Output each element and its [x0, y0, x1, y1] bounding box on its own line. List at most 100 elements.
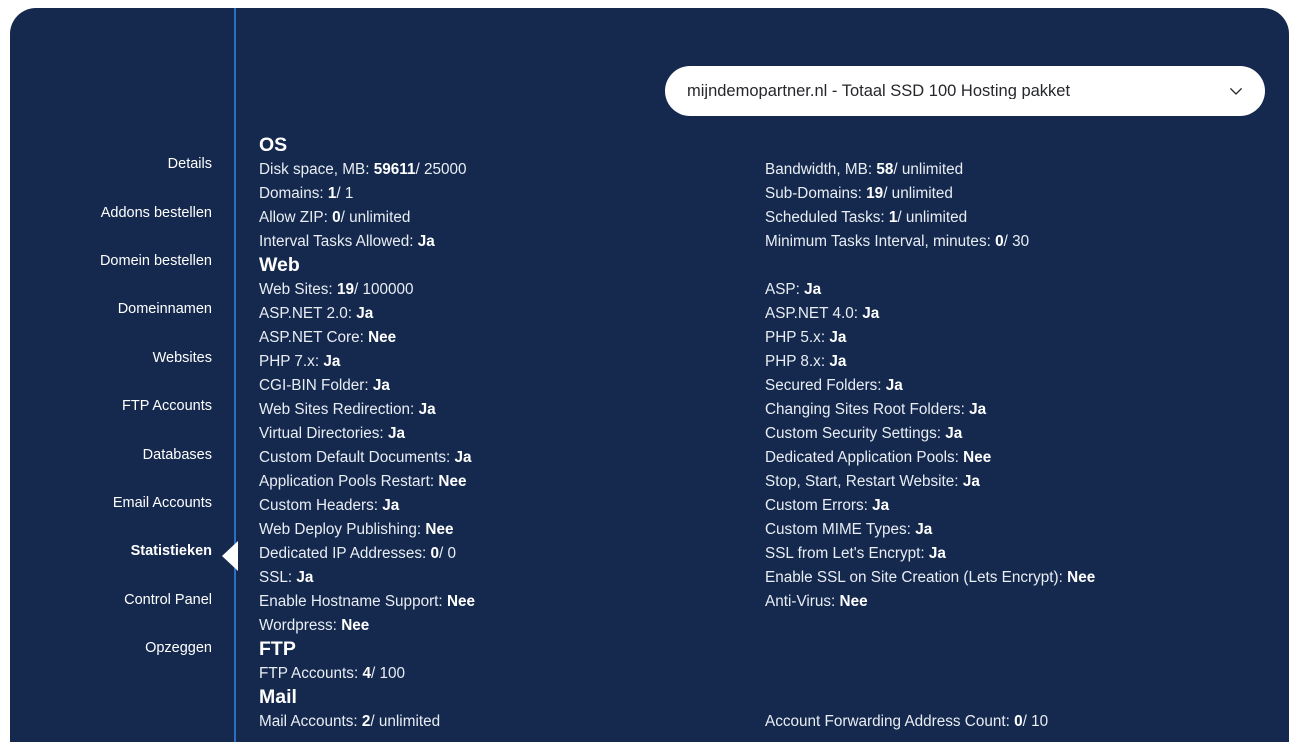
stat-row: Dedicated IP Addresses: 0 / 0: [259, 542, 749, 566]
stat-label: SSL:: [259, 569, 293, 586]
stat-value: Ja: [872, 497, 890, 514]
stat-value: 1: [327, 185, 337, 202]
stat-label: FTP Accounts:: [259, 665, 359, 682]
stat-row: PHP 7.x: Ja: [259, 350, 749, 374]
stat-row: Interval Tasks Allowed: Ja: [259, 230, 749, 254]
stat-limit: / unlimited: [893, 161, 964, 178]
stat-row: ASP.NET 2.0: Ja: [259, 302, 749, 326]
stat-label: Minimum Tasks Interval, minutes:: [765, 233, 991, 250]
stats-column-left: OS Disk space, MB: 59611 / 25000 Domains: …: [259, 134, 749, 734]
stats-content: OS Disk space, MB: 59611 / 25000 Domains: …: [10, 8, 1289, 742]
stat-row: Domains: 1 / 1: [259, 182, 749, 206]
stat-label: Custom Errors:: [765, 497, 868, 514]
stat-row: Wordpress: Nee: [259, 614, 749, 638]
stat-row: Custom MIME Types: Ja: [765, 518, 1245, 542]
stat-row: Scheduled Tasks: 1 / unlimited: [765, 206, 1245, 230]
stat-label: Changing Sites Root Folders:: [765, 401, 965, 418]
stat-limit: / unlimited: [883, 185, 953, 202]
stat-value: Ja: [296, 569, 314, 586]
stat-value: Nee: [425, 521, 454, 538]
stat-limit: / 0: [439, 545, 457, 562]
stat-value: 0: [1014, 713, 1023, 730]
stat-row: Stop, Start, Restart Website: Ja: [765, 470, 1245, 494]
stat-value: Ja: [945, 425, 963, 442]
stat-label: Mail Accounts:: [259, 713, 358, 730]
stat-value: 4: [362, 665, 371, 682]
stat-limit: / unlimited: [340, 209, 411, 226]
stat-label: Allow ZIP:: [259, 209, 328, 226]
stat-row: Disk space, MB: 59611 / 25000: [259, 158, 749, 182]
stat-value: Ja: [829, 329, 847, 346]
stat-label: PHP 5.x:: [765, 329, 826, 346]
stat-label: Virtual Directories:: [259, 425, 384, 442]
stat-row: Account Forwarding Address Count: 0 / 10: [765, 710, 1245, 734]
stat-label: ASP.NET 4.0:: [765, 305, 858, 322]
stat-value: Nee: [1067, 569, 1096, 586]
stat-label: Interval Tasks Allowed:: [259, 233, 414, 250]
stat-label: Custom Default Documents:: [259, 449, 451, 466]
stat-limit: / 30: [1003, 233, 1030, 250]
stat-label: Enable Hostname Support:: [259, 593, 443, 610]
stat-row: Allow ZIP: 0 / unlimited: [259, 206, 749, 230]
stat-value: 0: [332, 209, 341, 226]
stats-column-right: Bandwidth, MB: 58 / unlimited Sub-Domains…: [765, 134, 1245, 734]
stat-value: Ja: [962, 473, 980, 490]
stat-row: Web Deploy Publishing: Nee: [259, 518, 749, 542]
stat-value: Ja: [418, 401, 436, 418]
stat-row: Enable Hostname Support: Nee: [259, 590, 749, 614]
stat-value: Nee: [368, 329, 397, 346]
stat-row: Mail Accounts: 2 / unlimited: [259, 710, 749, 734]
stat-label: Enable SSL on Site Creation (Lets Encryp…: [765, 569, 1063, 586]
stat-label: PHP 7.x:: [259, 353, 320, 370]
stat-row: SSL: Ja: [259, 566, 749, 590]
stat-row: PHP 5.x: Ja: [765, 326, 1245, 350]
stat-row: Application Pools Restart: Nee: [259, 470, 749, 494]
stat-label: Anti-Virus:: [765, 593, 836, 610]
stat-row: Custom Headers: Ja: [259, 494, 749, 518]
stat-row: Web Sites Redirection: Ja: [259, 398, 749, 422]
stat-label: Stop, Start, Restart Website:: [765, 473, 959, 490]
stat-value: Ja: [928, 545, 946, 562]
stat-row: FTP Accounts: 4 / 100: [259, 662, 749, 686]
stat-value: 19: [336, 281, 354, 298]
stat-label: ASP.NET 2.0:: [259, 305, 352, 322]
stat-value: 0: [430, 545, 440, 562]
stat-value: 0: [995, 233, 1004, 250]
stat-row: Enable SSL on Site Creation (Lets Encryp…: [765, 566, 1245, 590]
stat-row: Sub-Domains: 19 / unlimited: [765, 182, 1245, 206]
section-heading: Web: [259, 254, 300, 277]
stat-row: Minimum Tasks Interval, minutes: 0 / 30: [765, 230, 1245, 254]
stat-row: Custom Security Settings: Ja: [765, 422, 1245, 446]
stat-value: Ja: [915, 521, 933, 538]
stat-row: Web Sites: 19 / 100000: [259, 278, 749, 302]
stat-limit: / unlimited: [370, 713, 441, 730]
stat-label: Secured Folders:: [765, 377, 882, 394]
stat-label: Account Forwarding Address Count:: [765, 713, 1010, 730]
stat-row: Changing Sites Root Folders: Ja: [765, 398, 1245, 422]
stat-row: ASP: Ja: [765, 278, 1245, 302]
stat-value: Nee: [341, 617, 370, 634]
stat-limit: / 100: [370, 665, 405, 682]
stat-label: Custom Security Settings:: [765, 425, 941, 442]
section-heading: Mail: [259, 686, 297, 709]
section-heading: FTP: [259, 638, 296, 661]
stat-row: Bandwidth, MB: 58 / unlimited: [765, 158, 1245, 182]
stat-label: Custom Headers:: [259, 497, 379, 514]
stat-value: Nee: [963, 449, 992, 466]
stat-row: Secured Folders: Ja: [765, 374, 1245, 398]
stat-row: PHP 8.x: Ja: [765, 350, 1245, 374]
stat-row: Anti-Virus: Nee: [765, 590, 1245, 614]
stat-row: ASP.NET Core: Nee: [259, 326, 749, 350]
stat-value: 2: [361, 713, 371, 730]
stat-value: Ja: [356, 305, 374, 322]
stat-limit: / 10: [1022, 713, 1049, 730]
stat-limit: / 25000: [415, 161, 467, 178]
stat-label: Scheduled Tasks:: [765, 209, 885, 226]
stat-label: Sub-Domains:: [765, 185, 862, 202]
